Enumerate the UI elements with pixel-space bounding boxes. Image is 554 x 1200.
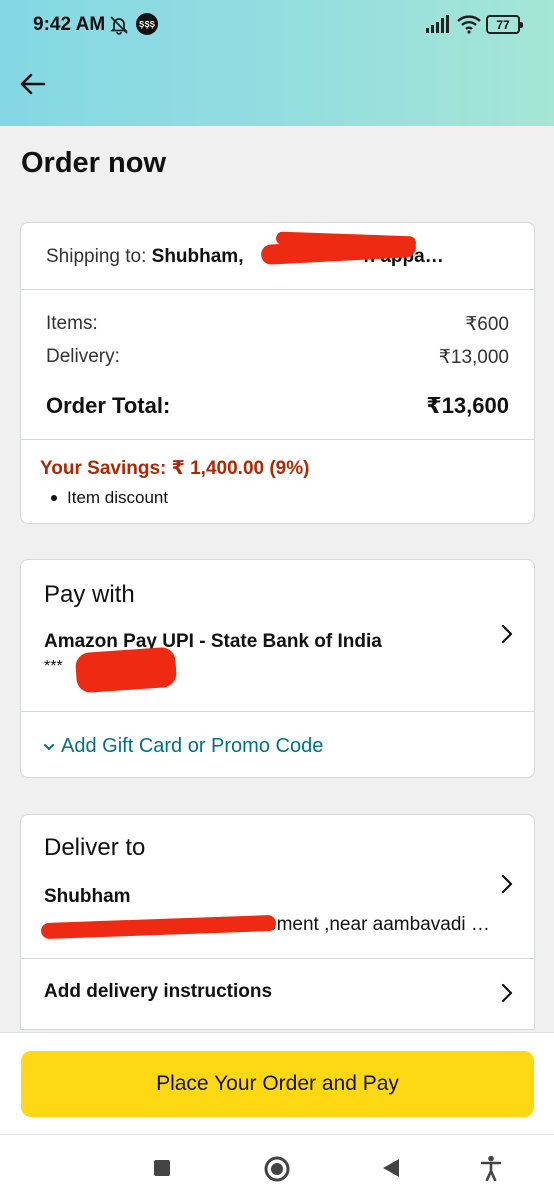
divider: [21, 439, 534, 440]
items-row: Items: ₹600: [46, 313, 509, 336]
chevron-right-icon: [501, 983, 513, 1003]
items-value: ₹600: [465, 314, 509, 335]
shipping-to-row[interactable]: Shipping to: Shubham,h appa…: [21, 223, 534, 290]
header-bar: 9:42 AM ŞŞŞ 77: [0, 0, 554, 126]
payment-section[interactable]: Pay with Amazon Pay UPI - State Bank of …: [20, 559, 535, 712]
mute-bell-icon: [110, 16, 128, 35]
savings-detail: Item discount: [50, 488, 169, 507]
delivery-name: Shubham: [44, 886, 131, 907]
place-order-button[interactable]: Place Your Order and Pay: [21, 1051, 534, 1117]
savings-text: Your Savings: ₹ 1,400.00 (9%): [40, 458, 310, 479]
status-time: 9:42 AM: [33, 14, 106, 35]
deliver-to-title: Deliver to: [44, 834, 146, 861]
payment-method: Amazon Pay UPI - State Bank of India: [44, 631, 382, 652]
delivery-label: Delivery:: [46, 346, 120, 367]
pay-with-title: Pay with: [44, 581, 135, 608]
system-nav-bar: [0, 1134, 554, 1200]
delivery-instructions-row[interactable]: Add delivery instructions: [20, 958, 535, 1030]
chevron-down-icon: [44, 743, 54, 750]
delivery-instructions-label: Add delivery instructions: [44, 981, 273, 1002]
order-summary-card: Shipping to: Shubham,h appa… Items: ₹600…: [20, 222, 535, 524]
bottom-action-bar: Place Your Order and Pay: [0, 1032, 554, 1134]
shipping-to-label: Shipping to:: [46, 246, 152, 267]
delivery-address-text: ement ,near aambavadi …: [266, 914, 490, 935]
chevron-right-icon: [501, 874, 513, 894]
add-gift-card-link[interactable]: Add Gift Card or Promo Code: [43, 735, 323, 758]
back-arrow-icon[interactable]: [18, 70, 48, 98]
recents-square-icon[interactable]: [153, 1159, 171, 1177]
accessibility-icon[interactable]: [480, 1155, 502, 1181]
page-title: Order now: [21, 147, 167, 179]
chevron-right-icon: [501, 624, 513, 644]
items-label: Items:: [46, 313, 98, 334]
back-triangle-icon[interactable]: [381, 1157, 401, 1179]
gift-card-section: Add Gift Card or Promo Code: [20, 711, 535, 778]
status-bar: 9:42 AM ŞŞŞ 77: [0, 0, 554, 50]
signal-icon: [426, 15, 449, 33]
delivery-value: ₹13,000: [438, 347, 509, 368]
delivery-row: Delivery: ₹13,000: [46, 346, 509, 369]
battery-icon: 77: [486, 15, 523, 34]
add-gift-card-label: Add Gift Card or Promo Code: [61, 735, 324, 757]
home-circle-icon[interactable]: [263, 1155, 291, 1183]
shipping-name: Shubham,: [151, 246, 244, 267]
order-total-value: ₹13,600: [426, 393, 509, 418]
wifi-icon: [457, 15, 481, 34]
order-total-label: Order Total:: [46, 393, 171, 418]
notification-app-icon: ŞŞŞ: [136, 13, 158, 35]
order-total-row: Order Total: ₹13,600: [46, 393, 509, 419]
deliver-to-section[interactable]: Deliver to Shubham ement ,near aambavadi…: [20, 814, 535, 959]
payment-masked-id: ***: [44, 658, 63, 675]
redaction-mark: [74, 646, 178, 694]
